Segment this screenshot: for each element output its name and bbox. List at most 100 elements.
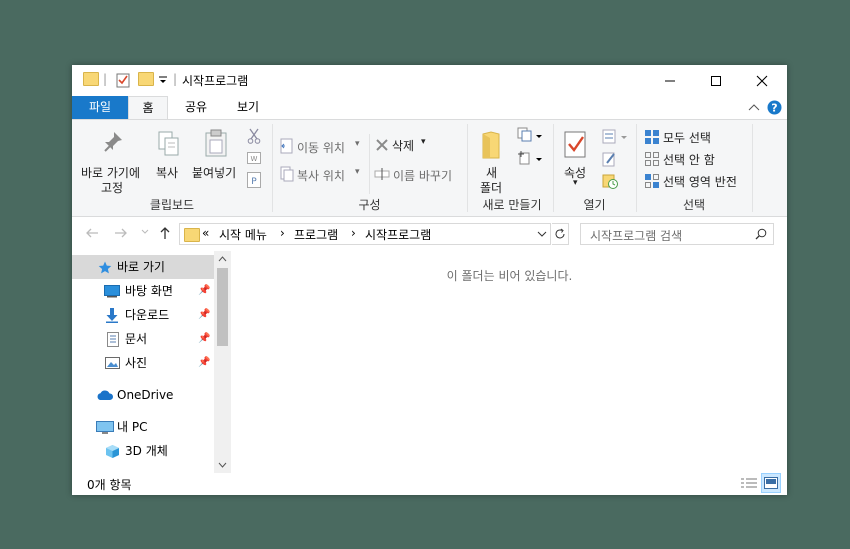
rename-icon <box>374 167 390 181</box>
pin-quick-access-label: 고정 <box>101 181 124 195</box>
nav-label: 바로 가기 <box>117 260 165 274</box>
select-all-icon <box>644 129 660 145</box>
nav-item-downloads[interactable]: 다운로드 📌 <box>72 303 214 327</box>
open-icon[interactable] <box>601 128 629 144</box>
nav-item-this-pc[interactable]: 내 PC <box>72 415 214 439</box>
help-icon[interactable]: ? <box>767 100 782 115</box>
group-organize-label: 구성 <box>358 198 381 212</box>
svg-text:?: ? <box>771 102 777 115</box>
breadcrumb-separator[interactable]: › <box>280 226 285 240</box>
maximize-button[interactable] <box>693 65 739 96</box>
status-bar: 0개 항목 <box>72 473 787 495</box>
nav-label: 사진 <box>125 356 148 370</box>
back-icon[interactable] <box>85 227 99 239</box>
breadcrumb-overflow[interactable]: « <box>202 226 209 240</box>
nav-item-onedrive[interactable]: OneDrive <box>72 383 214 407</box>
tab-view[interactable]: 보기 <box>228 96 268 119</box>
tab-share[interactable]: 공유 <box>176 96 216 119</box>
nav-scrollbar[interactable] <box>214 251 231 473</box>
cut-icon[interactable] <box>247 128 261 144</box>
pin-icon[interactable]: 📌 <box>198 327 210 351</box>
group-select-label: 선택 <box>682 198 706 212</box>
search-input[interactable]: 시작프로그램 검색 <box>580 223 774 245</box>
select-none-icon <box>644 151 660 167</box>
move-to-dropdown-icon[interactable]: ▾ <box>355 139 360 149</box>
paste-icon <box>203 128 229 158</box>
copy-button[interactable]: 복사 <box>156 164 178 181</box>
copy-path-icon[interactable]: W <box>247 152 261 164</box>
empty-folder-message: 이 폴더는 비어 있습니다. <box>446 269 573 283</box>
invert-selection-button[interactable]: 선택 영역 반전 <box>663 173 737 190</box>
folder-icon <box>83 72 99 86</box>
explorer-window: | | 시작프로그램 파일 홈 공유 보기 ? 바로 가기에 고정 복사 붙여넣… <box>72 65 787 495</box>
refresh-button[interactable] <box>552 223 569 245</box>
navigation-pane: 바로 가기 바탕 화면 📌 다운로드 📌 문서 📌 사진 📌 OneDrive <box>72 251 232 473</box>
address-bar[interactable]: « 시작 메뉴 › 프로그램 › 시작프로그램 <box>179 223 551 245</box>
window-title: 시작프로그램 <box>182 74 249 88</box>
customize-chevron-icon[interactable] <box>158 72 168 88</box>
nav-label: 바탕 화면 <box>125 284 173 298</box>
svg-text:W: W <box>251 155 258 163</box>
pin-icon[interactable]: 📌 <box>198 279 210 303</box>
paste-button[interactable]: 붙여넣기 <box>192 164 236 181</box>
ribbon-separator <box>752 124 753 212</box>
breadcrumb-separator[interactable]: › <box>351 226 356 240</box>
invert-selection-icon <box>644 173 660 189</box>
delete-icon <box>375 138 389 152</box>
nav-item-pictures[interactable]: 사진 📌 <box>72 351 214 375</box>
rename-button[interactable]: 이름 바꾸기 <box>393 167 452 184</box>
copy-to-dropdown-icon[interactable]: ▾ <box>355 167 360 177</box>
close-button[interactable] <box>739 65 785 96</box>
item-count: 0개 항목 <box>87 478 132 492</box>
up-icon[interactable] <box>159 226 171 240</box>
history-icon[interactable] <box>601 173 619 189</box>
properties-quick-icon[interactable] <box>115 72 131 88</box>
easy-access-icon[interactable] <box>517 150 543 166</box>
file-list[interactable]: 이 폴더는 비어 있습니다. <box>232 251 787 473</box>
copy-to-button[interactable]: 복사 위치 <box>297 167 345 184</box>
address-row: « 시작 메뉴 › 프로그램 › 시작프로그램 시작프로그램 검색 <box>72 217 787 251</box>
pin-icon[interactable]: 📌 <box>198 303 210 327</box>
tab-file[interactable]: 파일 <box>72 96 128 119</box>
minimize-button[interactable] <box>647 65 693 96</box>
nav-label: 3D 개체 <box>125 444 168 458</box>
tab-home[interactable]: 홈 <box>128 96 168 119</box>
nav-item-documents[interactable]: 문서 📌 <box>72 327 214 351</box>
scroll-up-icon <box>218 256 227 262</box>
paste-shortcut-icon[interactable]: P <box>247 172 261 188</box>
properties-dropdown-icon[interactable]: ▾ <box>573 178 578 188</box>
nav-item-quick-access[interactable]: 바로 가기 <box>72 255 214 279</box>
new-folder-quick-icon[interactable] <box>138 72 154 86</box>
breadcrumb-start-menu[interactable]: 시작 메뉴 <box>219 226 267 243</box>
ribbon-tabs: 파일 홈 공유 보기 ? <box>72 96 787 119</box>
recent-locations-icon[interactable] <box>141 229 149 235</box>
quick-access-separator: | <box>103 72 108 86</box>
delete-button[interactable]: 삭제 <box>392 137 414 154</box>
select-all-button[interactable]: 모두 선택 <box>663 129 711 146</box>
nav-item-3d-objects[interactable]: 3D 개체 <box>72 439 214 463</box>
move-to-button[interactable]: 이동 위치 <box>297 139 345 156</box>
pictures-icon <box>105 357 120 369</box>
pin-icon[interactable]: 📌 <box>198 351 210 375</box>
new-item-icon[interactable] <box>517 127 543 143</box>
edit-icon[interactable] <box>601 151 617 167</box>
nav-label: 내 PC <box>117 420 148 434</box>
desktop-icon <box>104 285 120 298</box>
cube-icon <box>106 445 119 458</box>
delete-dropdown-icon[interactable]: ▾ <box>421 137 426 147</box>
search-icon[interactable] <box>755 228 767 240</box>
breadcrumb-programs[interactable]: 프로그램 <box>294 226 338 243</box>
large-icons-view-icon[interactable] <box>761 473 781 493</box>
group-new-label: 새로 만들기 <box>482 198 542 212</box>
forward-icon[interactable] <box>114 227 128 239</box>
ribbon-collapse-icon[interactable] <box>748 102 760 112</box>
scrollbar-thumb[interactable] <box>217 268 228 346</box>
breadcrumb-startup[interactable]: 시작프로그램 <box>365 226 431 243</box>
nav-label: 문서 <box>125 332 148 346</box>
search-placeholder: 시작프로그램 검색 <box>590 229 683 243</box>
address-dropdown-icon[interactable] <box>537 231 547 238</box>
select-none-button[interactable]: 선택 안 함 <box>663 151 715 168</box>
details-view-icon[interactable] <box>740 476 758 492</box>
nav-item-desktop[interactable]: 바탕 화면 📌 <box>72 279 214 303</box>
refresh-icon <box>555 228 565 239</box>
